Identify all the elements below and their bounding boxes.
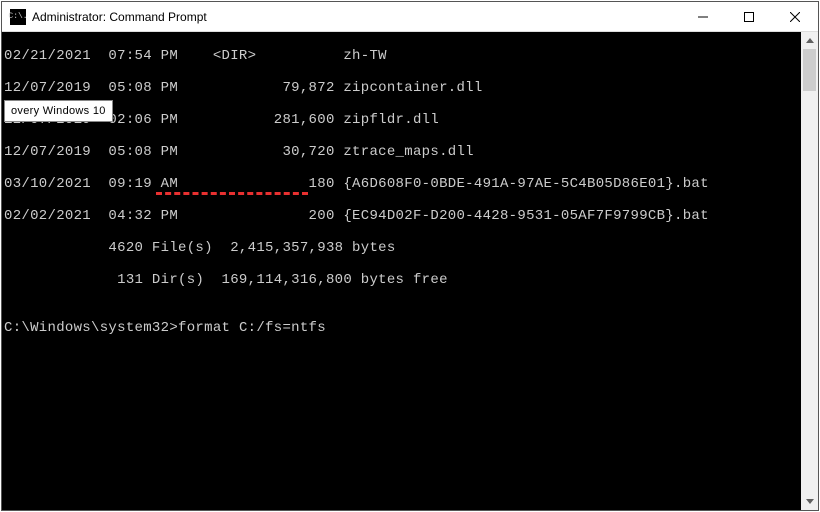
scroll-track[interactable] xyxy=(801,49,818,493)
window-title: Administrator: Command Prompt xyxy=(32,10,680,24)
prompt-path: C:\Windows\system32> xyxy=(4,320,178,336)
titlebar[interactable]: C:\. Administrator: Command Prompt xyxy=(2,2,818,32)
window-controls xyxy=(680,2,818,31)
annotation-underline xyxy=(156,192,308,195)
close-button[interactable] xyxy=(772,2,818,31)
output-line: 12/07/2019 05:08 PM 79,872 zipcontainer.… xyxy=(4,80,801,96)
output-line: 03/10/2021 09:19 AM 180 {A6D608F0-0BDE-4… xyxy=(4,176,801,192)
prompt-line: C:\Windows\system32>format C:/fs=ntfs xyxy=(4,320,801,336)
output-line: 131 Dir(s) 169,114,316,800 bytes free xyxy=(4,272,801,288)
terminal-area: 02/21/2021 07:54 PM <DIR> zh-TW 12/07/20… xyxy=(2,32,818,510)
cmd-icon-text: C:\. xyxy=(8,13,27,21)
scroll-up-button[interactable] xyxy=(801,32,818,49)
minimize-button[interactable] xyxy=(680,2,726,31)
close-icon xyxy=(790,12,800,22)
scroll-down-button[interactable] xyxy=(801,493,818,510)
maximize-button[interactable] xyxy=(726,2,772,31)
output-line: 4620 File(s) 2,415,357,938 bytes xyxy=(4,240,801,256)
chevron-down-icon xyxy=(806,499,814,504)
cmd-icon: C:\. xyxy=(10,9,26,25)
tooltip: overy Windows 10 xyxy=(4,100,113,122)
output-line: 02/02/2021 04:32 PM 200 {EC94D02F-D200-4… xyxy=(4,208,801,224)
command-input[interactable]: format C:/fs=ntfs xyxy=(178,320,326,336)
output-line: 02/21/2021 07:54 PM <DIR> zh-TW xyxy=(4,48,801,64)
minimize-icon xyxy=(698,12,708,22)
chevron-up-icon xyxy=(806,38,814,43)
vertical-scrollbar[interactable] xyxy=(801,32,818,510)
terminal-output[interactable]: 02/21/2021 07:54 PM <DIR> zh-TW 12/07/20… xyxy=(2,32,801,510)
output-line: 12/07/2019 02:06 PM 281,600 zipfldr.dll xyxy=(4,112,801,128)
command-prompt-window: C:\. Administrator: Command Prompt 02/21… xyxy=(1,1,819,511)
output-line: 12/07/2019 05:08 PM 30,720 ztrace_maps.d… xyxy=(4,144,801,160)
maximize-icon xyxy=(744,12,754,22)
scroll-thumb[interactable] xyxy=(803,49,816,91)
